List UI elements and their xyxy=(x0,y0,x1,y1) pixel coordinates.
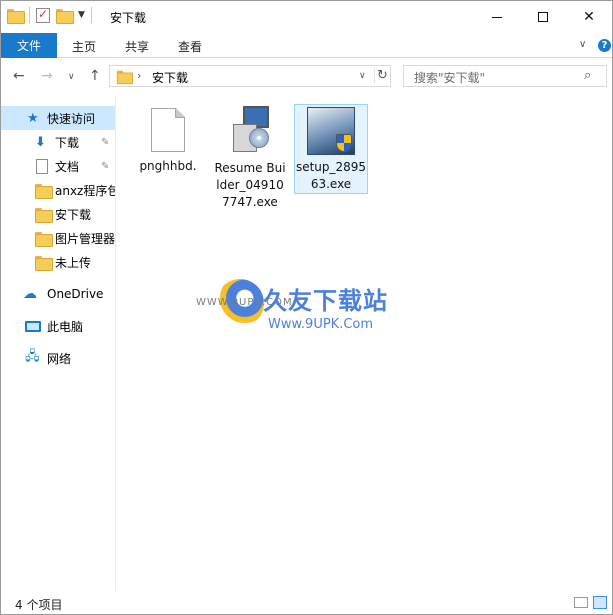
window-title: 安下载 xyxy=(110,11,147,25)
breadcrumb-separator[interactable]: › xyxy=(137,69,141,82)
sidebar-item-this-pc[interactable]: 此电脑 xyxy=(1,314,115,338)
sidebar-item-label: 未上传 xyxy=(55,255,92,270)
computer-icon xyxy=(25,320,41,332)
toolbar-divider xyxy=(90,7,92,23)
details-view-icon[interactable] xyxy=(574,597,588,608)
navigation-pane: ★ 快速访问 ⬇ 下载 ✎ 文档 ✎ anxz程序包 安下载 图片管理器 未上传 xyxy=(1,96,116,591)
sidebar-item-quick-access[interactable]: ★ 快速访问 xyxy=(1,106,115,130)
tab-share[interactable]: 共享 xyxy=(125,38,149,55)
sidebar-item-label: 网络 xyxy=(47,351,72,366)
network-icon: 🖧 xyxy=(25,349,40,364)
sidebar-item-label: 下载 xyxy=(55,135,80,150)
sidebar-item-documents[interactable]: 文档 ✎ xyxy=(1,154,115,178)
sidebar-item-label: 快速访问 xyxy=(47,111,96,126)
search-input[interactable]: 搜索"安下载" ⌕ xyxy=(403,65,607,87)
sidebar-item-label: OneDrive xyxy=(47,287,104,301)
folder-icon xyxy=(35,183,53,199)
sidebar-item-label: 此电脑 xyxy=(47,319,84,334)
sidebar-item-downloads[interactable]: ⬇ 下载 ✎ xyxy=(1,130,115,154)
watermark-url: Www.9UPK.Com xyxy=(268,317,374,332)
download-arrow-icon: ⬇ xyxy=(35,134,46,150)
folder-icon xyxy=(35,207,53,223)
close-icon: ✕ xyxy=(583,9,595,25)
blank-file-icon xyxy=(151,108,185,152)
breadcrumb-current[interactable]: 安下载 xyxy=(152,69,188,86)
file-name: pnghhbd. xyxy=(139,159,197,173)
cloud-icon: ☁ xyxy=(23,286,37,302)
disc-shape xyxy=(249,128,269,148)
minimize-icon xyxy=(492,16,502,18)
title-bar: ▼ 安下载 ✕ xyxy=(1,1,612,33)
pin-icon: ✎ xyxy=(101,136,110,148)
file-item-selected[interactable]: setup_289563.exe xyxy=(294,104,368,194)
installer-icon xyxy=(227,106,273,156)
maximize-button[interactable] xyxy=(520,1,566,33)
sidebar-item-network[interactable]: 🖧 网络 xyxy=(1,346,115,370)
watermark-title: 久友下载站 xyxy=(263,287,388,315)
navigation-bar: ← → ∨ ↑ › 安下载 ∨ ↻ 搜索"安下载" ⌕ xyxy=(1,58,612,96)
help-icon[interactable]: ? xyxy=(598,39,611,52)
search-placeholder: 搜索"安下载" xyxy=(414,71,486,85)
toolbar-divider xyxy=(29,7,30,23)
file-name: Resume Builder_049107747.exe xyxy=(214,161,286,209)
quick-access-toolbar: ▼ xyxy=(7,7,92,24)
recent-locations-dropdown[interactable]: ∨ xyxy=(68,72,75,82)
close-button[interactable]: ✕ xyxy=(566,1,612,33)
uac-shield-icon xyxy=(336,134,352,152)
address-bar[interactable]: › 安下载 ∨ ↻ xyxy=(109,65,391,87)
customize-toolbar-dropdown-icon[interactable]: ▼ xyxy=(78,10,85,20)
setup-shield-icon xyxy=(307,107,355,155)
star-icon: ★ xyxy=(27,110,39,126)
sidebar-item-label: 图片管理器 xyxy=(55,231,116,246)
new-folder-icon[interactable] xyxy=(56,8,74,24)
file-item[interactable]: pnghhbd. xyxy=(131,104,205,175)
folder-icon xyxy=(35,231,53,247)
explorer-window: ▼ 安下载 ✕ 文件 主页 共享 查看 ∨ ? ← → ∨ ↑ › 安下载 ∨ … xyxy=(0,0,613,615)
ribbon-tabs: 文件 主页 共享 查看 ∨ ? xyxy=(1,33,612,58)
address-history-dropdown-icon[interactable]: ∨ xyxy=(359,71,366,81)
sidebar-item-anxiazai[interactable]: 安下载 xyxy=(1,202,115,226)
back-button[interactable]: ← xyxy=(13,68,25,84)
sidebar-item-label: anxz程序包 xyxy=(55,183,116,198)
sidebar-item-not-uploaded[interactable]: 未上传 xyxy=(1,250,115,274)
sidebar-item-label: 文档 xyxy=(55,159,80,174)
tab-file[interactable]: 文件 xyxy=(1,33,57,58)
refresh-icon[interactable]: ↻ xyxy=(374,68,390,83)
forward-button[interactable]: → xyxy=(41,68,53,84)
large-icons-view-icon[interactable] xyxy=(593,596,607,609)
search-icon[interactable]: ⌕ xyxy=(584,68,591,83)
document-icon xyxy=(36,158,48,174)
status-bar: 4 个项目 xyxy=(1,591,612,614)
sidebar-item-anxz[interactable]: anxz程序包 xyxy=(1,178,116,202)
watermark: WWW.9UPK.COM 久友下载站 Www.9UPK.Com xyxy=(196,271,426,346)
tab-view[interactable]: 查看 xyxy=(178,38,202,55)
properties-icon[interactable] xyxy=(36,7,50,23)
item-count: 4 个项目 xyxy=(15,598,63,612)
up-button[interactable]: ↑ xyxy=(89,68,101,84)
maximize-icon xyxy=(538,12,548,22)
minimize-button[interactable] xyxy=(474,1,520,33)
sidebar-item-image-manager[interactable]: 图片管理器 xyxy=(1,226,116,250)
folder-icon xyxy=(35,255,53,271)
pin-icon: ✎ xyxy=(101,160,110,172)
tab-home[interactable]: 主页 xyxy=(72,38,96,55)
sidebar-item-label: 安下载 xyxy=(55,207,92,222)
folder-icon xyxy=(7,8,25,24)
file-name: setup_289563.exe xyxy=(295,160,367,191)
expand-ribbon-chevron-icon[interactable]: ∨ xyxy=(579,39,586,50)
file-item[interactable]: Resume Builder_049107747.exe xyxy=(213,104,287,211)
sidebar-item-onedrive[interactable]: ☁ OneDrive xyxy=(1,282,115,306)
folder-icon xyxy=(116,70,133,85)
